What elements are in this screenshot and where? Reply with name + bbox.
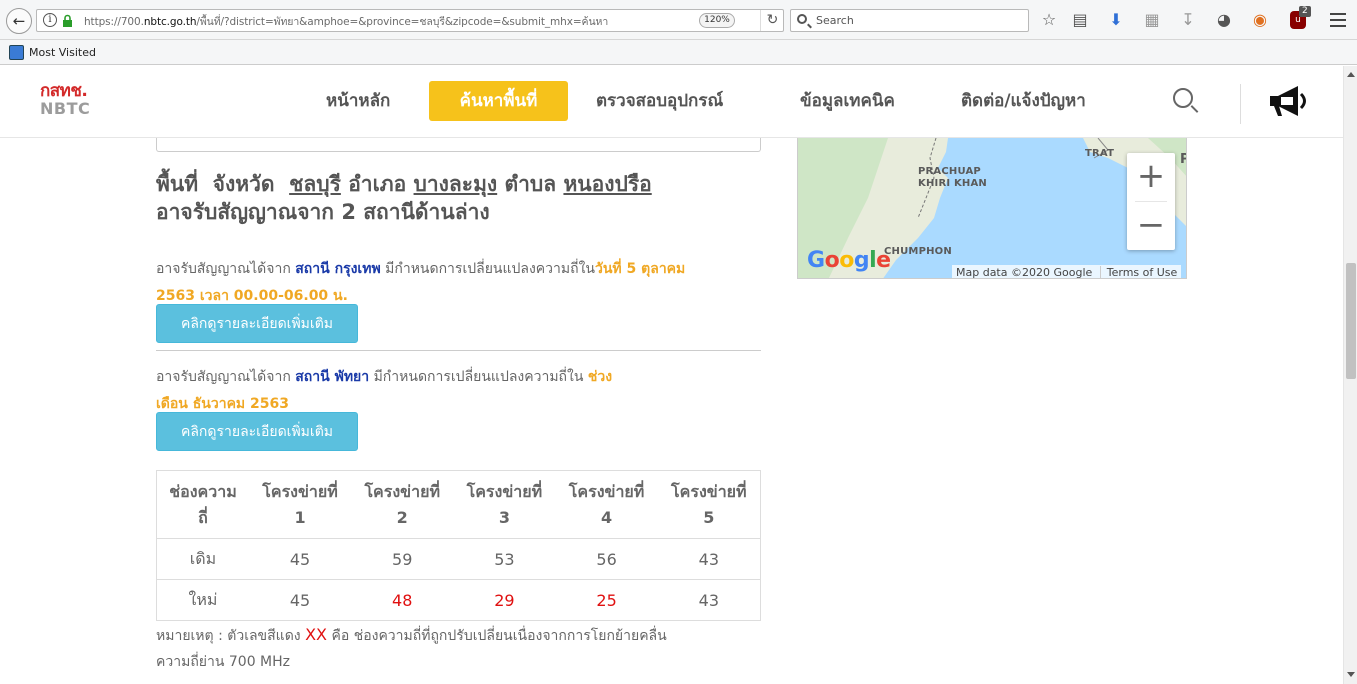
map-label-khiri-khan: KHIRI KHAN: [918, 178, 987, 189]
column-header: ช่องความ ถี่: [156, 470, 249, 539]
column-header: โครงข่ายที่ 3: [453, 470, 556, 539]
column-header: โครงข่ายที่ 2: [351, 470, 454, 539]
column-header: โครงข่ายที่ 4: [555, 470, 658, 539]
station-info-2: อาจรับสัญญาณได้จาก สถานี พัทยา มีกำหนดกา…: [156, 369, 613, 412]
table-cell: 43: [657, 538, 761, 580]
extension-icon[interactable]: ▦: [1142, 10, 1162, 30]
menu-hamburger-icon[interactable]: [1330, 13, 1346, 27]
bookmark-star-icon[interactable]: ☆: [1039, 10, 1059, 30]
tambon-link[interactable]: หนองปรือ: [563, 172, 651, 196]
bookmark-most-visited[interactable]: Most Visited: [29, 46, 96, 59]
row-label: เดิม: [156, 538, 249, 580]
station-count-text: อาจรับสัญญาณจาก 2 สถานีด้านล่าง: [156, 200, 490, 224]
browser-toolbar: ← i https://700.nbtc.go.th/พื้นที่/?dist…: [0, 0, 1357, 40]
lock-icon: [63, 14, 72, 27]
scroll-down-arrow-icon[interactable]: [1347, 672, 1355, 677]
bookmarks-bar: Most Visited: [0, 40, 1357, 65]
row-label: ใหม่: [156, 579, 249, 621]
page-viewport: พื้นที่ จังหวัด ชลบุรี อำเภอ บางละมุง ตำ…: [0, 66, 1343, 684]
table-row: ใหม่ 45 48 29 25 43: [156, 579, 761, 621]
info-icon[interactable]: i: [43, 13, 57, 27]
table-cell: 59: [351, 538, 454, 580]
table-cell: 25: [555, 579, 658, 621]
header-divider: [1240, 84, 1241, 124]
map-label-trat: TRAT: [1085, 148, 1115, 159]
table-cell: 56: [555, 538, 658, 580]
reload-icon[interactable]: ↻: [760, 10, 784, 31]
map-data-text: Map data ©2020 Google: [956, 266, 1093, 279]
detail-button-1[interactable]: คลิกดูรายละเอียดเพิ่มเติม: [156, 304, 358, 343]
url-text[interactable]: https://700.nbtc.go.th/พื้นที่/?district…: [84, 13, 608, 30]
channel-table: ช่องความ ถี่ โครงข่ายที่ 1 โครงข่ายที่ 2 โค…: [156, 470, 761, 621]
page-scrollbar[interactable]: [1343, 66, 1357, 684]
footnote: หมายเหตุ : ตัวเลขสีแดง XX คือ ช่องความถี…: [156, 625, 667, 670]
megaphone-icon[interactable]: [1268, 84, 1310, 118]
firefox-extension-icon[interactable]: ◉: [1250, 10, 1270, 30]
nav-home[interactable]: หน้าหลัก: [326, 81, 390, 121]
map-label-chumphon: CHUMPHON: [884, 246, 952, 257]
scroll-up-arrow-icon[interactable]: [1347, 72, 1355, 77]
table-cell: 45: [248, 538, 352, 580]
table-row: เดิม 45 59 53 56 43: [156, 538, 761, 580]
amphoe-link[interactable]: บางละมุง: [414, 172, 498, 196]
google-logo[interactable]: Google: [807, 248, 891, 273]
url-bar[interactable]: i https://700.nbtc.go.th/พื้นที่/?distri…: [36, 9, 784, 32]
divider: [156, 350, 761, 351]
area-title: พื้นที่ จังหวัด ชลบุรี อำเภอ บางละมุง ตำ…: [156, 172, 652, 224]
site-header: กสทช. NBTC หน้าหลัก ค้นหาพื้นที่ ตรวจสอบ…: [0, 66, 1343, 138]
nav-technical-info[interactable]: ข้อมูลเทคนิค: [800, 81, 895, 121]
reading-list-icon[interactable]: ▤: [1070, 10, 1090, 30]
nbtc-logo[interactable]: กสทช. NBTC: [40, 82, 106, 120]
station-info-1: อาจรับสัญญาณได้จาก สถานี กรุงเทพ มีกำหนด…: [156, 261, 686, 304]
most-visited-icon: [9, 45, 24, 60]
nav-contact[interactable]: ติดต่อ/แจ้งปัญหา: [961, 81, 1086, 121]
globe-extension-icon[interactable]: ◕: [1214, 10, 1234, 30]
table-cell: 53: [453, 538, 556, 580]
table-header-row: ช่องความ ถี่ โครงข่ายที่ 1 โครงข่ายที่ 2 โค…: [156, 470, 761, 539]
zoom-in-button[interactable]: +: [1127, 153, 1175, 201]
map-label-prachuap: PRACHUAP: [918, 166, 981, 177]
table-cell: 29: [453, 579, 556, 621]
zoom-out-button[interactable]: −: [1127, 202, 1175, 250]
back-arrow-icon[interactable]: ←: [6, 8, 32, 34]
station-name: สถานี พัทยา: [295, 369, 370, 385]
station-name: สถานี กรุงเทพ: [295, 261, 381, 277]
nav-search-area[interactable]: ค้นหาพื้นที่: [429, 81, 568, 121]
ublock-badge-count: 2: [1299, 6, 1311, 17]
search-icon: [797, 14, 807, 24]
google-map[interactable]: PRACHUAP KHIRI KHAN CHUMPHON TRAT P + − …: [797, 137, 1187, 279]
search-placeholder: Search: [816, 14, 854, 27]
table-cell: 48: [351, 579, 454, 621]
nav-check-device[interactable]: ตรวจสอบอุปกรณ์: [596, 81, 723, 121]
map-attribution: Map data ©2020 Google Terms of Use: [952, 265, 1182, 279]
province-link[interactable]: ชลบุรี: [289, 172, 341, 196]
table-cell: 43: [657, 579, 761, 621]
browser-search-input[interactable]: Search: [790, 9, 1029, 32]
zoom-level-badge[interactable]: 120%: [699, 13, 735, 28]
downloads-icon[interactable]: ↧: [1178, 10, 1198, 30]
map-zoom-control: + −: [1127, 153, 1175, 250]
search-icon[interactable]: [1173, 88, 1193, 108]
column-header: โครงข่ายที่ 5: [657, 470, 761, 539]
detail-button-2[interactable]: คลิกดูรายละเอียดเพิ่มเติม: [156, 412, 358, 451]
column-header: โครงข่ายที่ 1: [248, 470, 352, 539]
download-icon[interactable]: ⬇: [1106, 10, 1126, 30]
table-cell: 45: [248, 579, 352, 621]
terms-of-use-link[interactable]: Terms of Use: [1099, 266, 1178, 278]
scroll-thumb[interactable]: [1346, 263, 1356, 379]
map-label-p: P: [1180, 153, 1186, 166]
